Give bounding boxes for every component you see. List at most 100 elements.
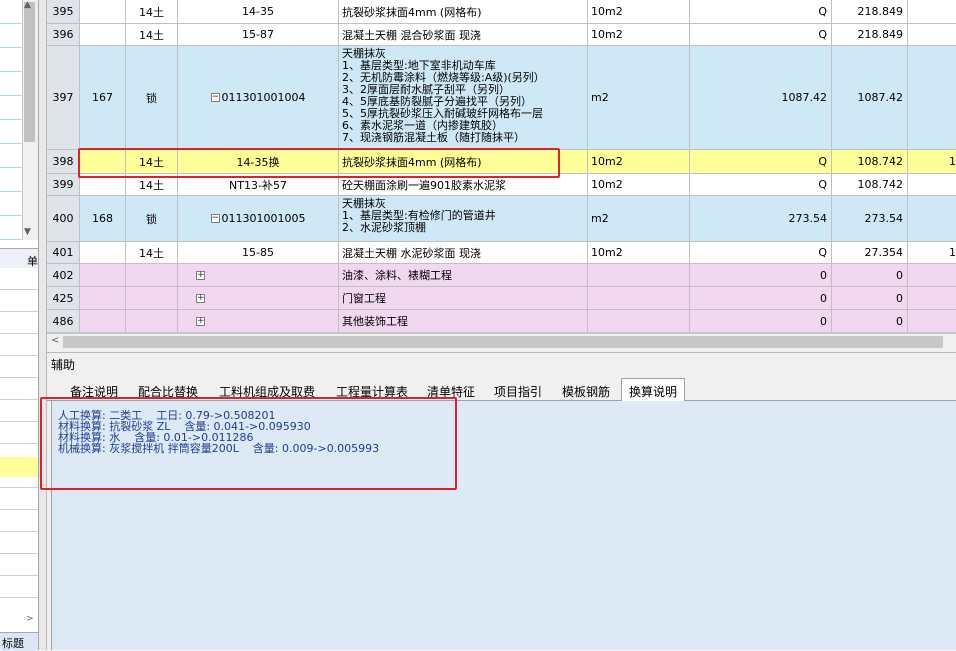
quantity-cell[interactable]: 108.742 [832, 150, 908, 174]
extra-cell[interactable]: 1 [908, 174, 956, 196]
sequence-cell[interactable] [80, 242, 126, 264]
code-cell[interactable]: 15-87 [178, 24, 339, 46]
extra-cell[interactable] [908, 264, 956, 287]
extra-cell[interactable] [908, 196, 956, 242]
name-cell[interactable]: 其他装饰工程 [339, 310, 588, 333]
quantity-expression-cell[interactable]: 0 [690, 264, 832, 287]
sequence-cell[interactable] [80, 287, 126, 310]
category-cell[interactable] [126, 264, 178, 287]
row-number[interactable]: 399 [47, 174, 80, 196]
row-number[interactable]: 397 [47, 46, 80, 150]
category-cell[interactable]: 锁 [126, 196, 178, 242]
collapse-icon[interactable]: − [210, 214, 220, 223]
row-number[interactable]: 400 [47, 196, 80, 242]
unit-cell[interactable]: 10m2 [588, 242, 690, 264]
code-cell[interactable]: NT13-补57 [178, 174, 339, 196]
left-bottom-tab[interactable]: 标题 [0, 632, 38, 651]
row-number[interactable]: 395 [47, 0, 80, 24]
quantity-cell[interactable]: 0 [832, 310, 908, 333]
table-row[interactable]: 398 14土 14-35换 抗裂砂浆抹面4mm (网格布) 10m2 Q 108.742 1… [47, 150, 956, 174]
scroll-up-icon[interactable]: ▲ [24, 0, 31, 10]
table-row[interactable]: 402 + 油漆、涂料、裱糊工程 0 0 [47, 264, 956, 287]
code-cell[interactable]: 15-85 [178, 242, 339, 264]
extra-cell[interactable]: 1 [908, 24, 956, 46]
name-cell[interactable]: 混凝土天棚 水泥砂浆面 现浇 [339, 242, 588, 264]
quantity-expression-cell[interactable]: 0 [690, 287, 832, 310]
code-cell[interactable]: −011301001004 [178, 46, 339, 150]
row-number[interactable]: 425 [47, 287, 80, 310]
table-row[interactable]: 486 + 其他装饰工程 0 0 [47, 310, 956, 333]
scroll-right-icon[interactable]: > [26, 614, 34, 624]
tab-6[interactable]: 模板钢筋 [555, 381, 617, 400]
row-number[interactable]: 396 [47, 24, 80, 46]
table-row[interactable]: 397 167 锁 −011301001004 天棚抹灰 1、基层类型:地下室非机动车库… [47, 46, 956, 150]
name-cell[interactable]: 混凝土天棚 混合砂浆面 现浇 [339, 24, 588, 46]
quantity-cell[interactable]: 218.849 [832, 0, 908, 24]
scroll-down-icon[interactable]: ▼ [24, 227, 31, 237]
unit-cell[interactable]: 10m2 [588, 0, 690, 24]
table-row[interactable]: 401 14土 15-85 混凝土天棚 水泥砂浆面 现浇 10m2 Q 27.354 18 [47, 242, 956, 264]
tab-4[interactable]: 清单特征 [419, 381, 483, 400]
expand-icon[interactable]: + [196, 316, 205, 326]
category-cell[interactable]: 14土 [126, 242, 178, 264]
quantity-cell[interactable]: 108.742 [832, 174, 908, 196]
category-cell[interactable]: 14土 [126, 174, 178, 196]
quantity-expression-cell[interactable]: 273.54 [690, 196, 832, 242]
row-number[interactable]: 486 [47, 310, 80, 333]
quantity-expression-cell[interactable]: Q [690, 24, 832, 46]
code-cell[interactable]: 14-35换 [178, 150, 339, 174]
sequence-cell[interactable] [80, 174, 126, 196]
quantity-expression-cell[interactable]: Q [690, 150, 832, 174]
tab-3[interactable]: 工程量计算表 [329, 381, 415, 400]
tab-0[interactable]: 备注说明 [61, 381, 127, 400]
table-row[interactable]: 425 + 门窗工程 0 0 [47, 287, 956, 310]
name-cell[interactable]: 抗裂砂浆抹面4mm (网格布) [339, 150, 588, 174]
grid-horizontal-scrollbar[interactable]: < [47, 333, 956, 350]
code-cell[interactable]: + [178, 310, 339, 333]
tab-2[interactable]: 工料机组成及取费 [209, 381, 325, 400]
row-number[interactable]: 398 [47, 150, 80, 174]
extra-cell[interactable] [908, 46, 956, 150]
sequence-cell[interactable] [80, 150, 126, 174]
name-cell[interactable]: 门窗工程 [339, 287, 588, 310]
pane-splitter[interactable] [39, 0, 47, 650]
quantity-cell[interactable]: 27.354 [832, 242, 908, 264]
name-cell[interactable]: 砼天棚面涂刷一遍901胶素水泥浆 [339, 174, 588, 196]
name-cell[interactable]: 抗裂砂浆抹面4mm (网格布) [339, 0, 588, 24]
sequence-cell[interactable] [80, 310, 126, 333]
category-cell[interactable]: 锁 [126, 46, 178, 150]
quantity-expression-cell[interactable]: Q [690, 242, 832, 264]
row-number[interactable]: 401 [47, 242, 80, 264]
name-cell[interactable]: 油漆、涂料、裱糊工程 [339, 264, 588, 287]
extra-cell[interactable]: 18 [908, 242, 956, 264]
row-number[interactable]: 402 [47, 264, 80, 287]
extra-cell[interactable]: 19 [908, 150, 956, 174]
extra-cell[interactable] [908, 287, 956, 310]
expand-icon[interactable]: + [196, 270, 205, 280]
collapse-icon[interactable]: − [210, 93, 220, 102]
name-cell[interactable]: 天棚抹灰 1、基层类型:地下室非机动车库 2、无机防霉涂料（燃烧等级:A级)(另… [339, 46, 588, 150]
quantity-expression-cell[interactable]: 0 [690, 310, 832, 333]
quantity-expression-cell[interactable]: 1087.42 [690, 46, 832, 150]
quantity-cell[interactable]: 218.849 [832, 24, 908, 46]
unit-cell[interactable]: 10m2 [588, 150, 690, 174]
name-cell[interactable]: 天棚抹灰 1、基层类型:有检修门的管道井 2、水泥砂浆顶棚 [339, 196, 588, 242]
quantity-expression-cell[interactable]: Q [690, 174, 832, 196]
table-row[interactable]: 395 14土 14-35 抗裂砂浆抹面4mm (网格布) 10m2 Q 218.849 1 [47, 0, 956, 24]
code-cell[interactable]: + [178, 264, 339, 287]
code-cell[interactable]: + [178, 287, 339, 310]
tab-1[interactable]: 配合比替换 [131, 381, 205, 400]
quantity-cell[interactable]: 1087.42 [832, 46, 908, 150]
unit-cell[interactable]: m2 [588, 46, 690, 150]
scroll-left-icon[interactable]: < [51, 335, 59, 346]
sequence-cell[interactable] [80, 264, 126, 287]
left-selected-row[interactable] [0, 457, 38, 477]
code-cell[interactable]: 14-35 [178, 0, 339, 24]
sequence-cell[interactable]: 168 [80, 196, 126, 242]
tab-5[interactable]: 项目指引 [487, 381, 549, 400]
table-row[interactable]: 396 14土 15-87 混凝土天棚 混合砂浆面 现浇 10m2 Q 218.849 1 [47, 24, 956, 46]
quantity-cell[interactable]: 0 [832, 287, 908, 310]
category-cell[interactable]: 14土 [126, 150, 178, 174]
extra-cell[interactable] [908, 310, 956, 333]
code-cell[interactable]: −011301001005 [178, 196, 339, 242]
